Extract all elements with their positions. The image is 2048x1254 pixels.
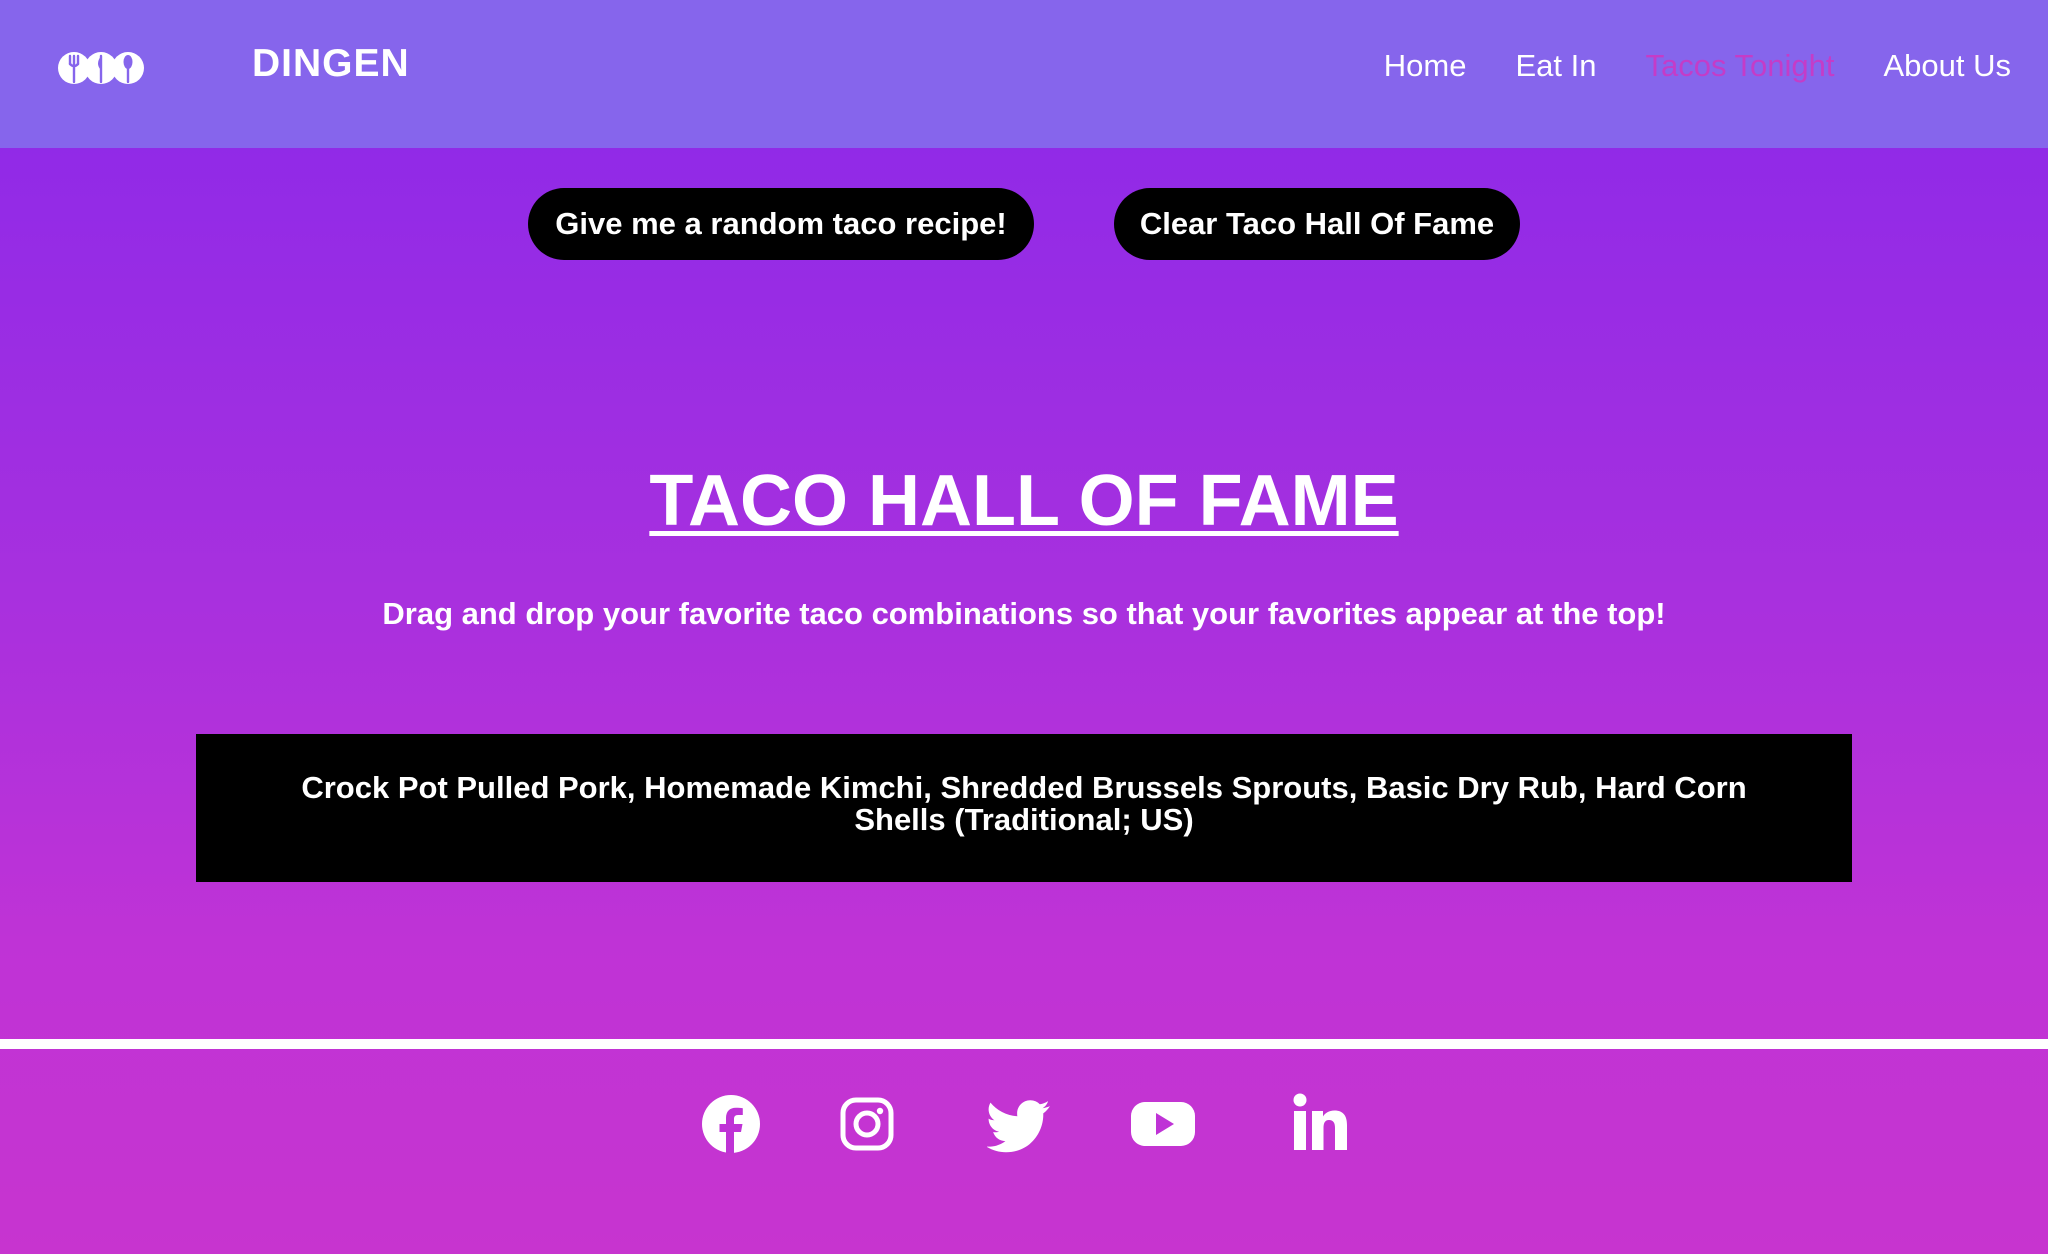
utensils-logo-icon[interactable]	[58, 48, 144, 88]
nav-link-eat-in[interactable]: Eat In	[1515, 44, 1596, 88]
linkedin-icon[interactable]	[1292, 1092, 1348, 1156]
nav-link-tacos-tonight[interactable]: Tacos Tonight	[1645, 44, 1834, 88]
page: DINGEN Home Eat In Tacos Tonight About U…	[0, 0, 2048, 1254]
youtube-icon[interactable]	[1130, 1092, 1196, 1156]
clear-hall-of-fame-button[interactable]: Clear Taco Hall Of Fame	[1114, 188, 1520, 260]
main-nav: Home Eat In Tacos Tonight About Us	[1335, 44, 2011, 88]
twitter-icon[interactable]	[987, 1092, 1051, 1156]
hall-of-fame-list: Crock Pot Pulled Pork, Homemade Kimchi, …	[196, 734, 1852, 882]
footer-divider	[0, 1039, 2048, 1049]
facebook-icon[interactable]	[701, 1092, 761, 1156]
page-subtitle: Drag and drop your favorite taco combina…	[382, 596, 1666, 631]
nav-link-about-us[interactable]: About Us	[1883, 44, 2011, 88]
brand-name[interactable]: DINGEN	[252, 40, 410, 88]
random-taco-button[interactable]: Give me a random taco recipe!	[528, 188, 1034, 260]
hall-of-fame-item[interactable]: Crock Pot Pulled Pork, Homemade Kimchi, …	[196, 734, 1852, 882]
site-header: DINGEN Home Eat In Tacos Tonight About U…	[0, 0, 2048, 148]
instagram-icon[interactable]	[838, 1092, 896, 1156]
nav-link-home[interactable]: Home	[1384, 44, 1467, 88]
page-title: TACO HALL OF FAME	[649, 461, 1399, 541]
